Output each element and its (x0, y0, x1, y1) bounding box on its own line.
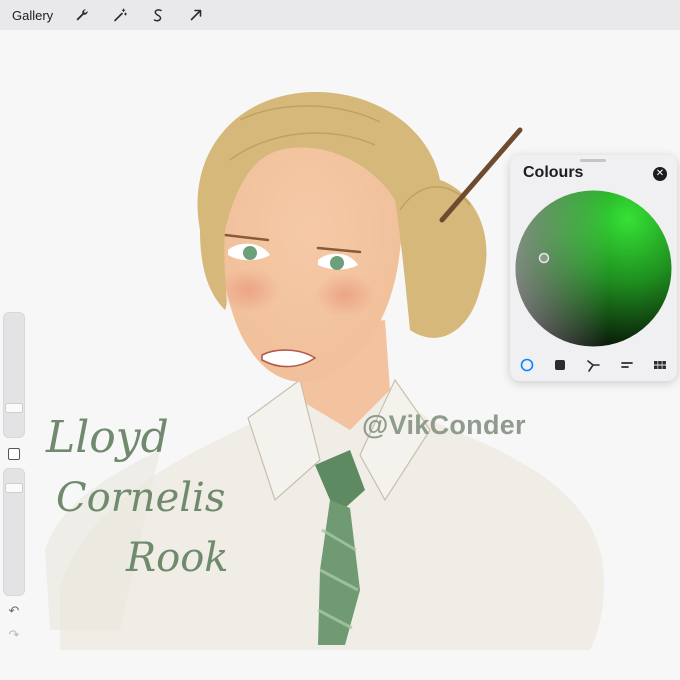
actions-button[interactable] (71, 4, 93, 26)
colour-mode-tabs (510, 355, 677, 375)
selection-button[interactable] (147, 4, 169, 26)
wrench-icon (76, 9, 88, 21)
close-icon[interactable]: ✕ (653, 167, 667, 181)
value-sliders-icon (620, 362, 633, 368)
palettes-tab[interactable] (652, 357, 668, 373)
selection-icon (153, 9, 162, 22)
transform-button[interactable] (185, 4, 207, 26)
value-tab[interactable] (619, 357, 635, 373)
panel-grabber[interactable] (580, 159, 606, 162)
classic-tab[interactable] (552, 357, 568, 373)
disc-tab[interactable] (519, 357, 535, 373)
handwritten-signature: Lloyd Cornelis Rook (42, 408, 229, 588)
colour-picker-handle (538, 252, 550, 264)
artist-watermark: @VikConder (362, 410, 526, 440)
brush-opacity-thumb[interactable] (5, 483, 23, 493)
gallery-button[interactable]: Gallery (12, 8, 53, 23)
colour-disc[interactable] (515, 190, 672, 347)
palette-grid-icon (654, 361, 667, 369)
undo-icon[interactable]: ↶ (7, 604, 21, 618)
redo-icon[interactable]: ↷ (7, 628, 21, 642)
magic-wand-icon (114, 8, 128, 22)
left-sidebar: ↶ ↷ (2, 312, 26, 646)
signature-line-3: Rook (126, 535, 229, 581)
disc-icon (520, 358, 533, 372)
adjustments-button[interactable] (109, 4, 131, 26)
colour-panel: Colours ✕ (510, 155, 677, 381)
harmony-icon (587, 360, 601, 372)
brush-size-thumb[interactable] (5, 403, 23, 413)
signature-line-1: Lloyd (46, 412, 169, 463)
modify-button[interactable] (8, 448, 20, 460)
brush-size-slider[interactable] (3, 312, 25, 438)
top-toolbar: Gallery (0, 0, 680, 30)
signature-line-2: Cornelis (56, 475, 226, 521)
panel-title: Colours (523, 164, 584, 181)
harmony-tab[interactable] (585, 357, 601, 373)
transform-arrow-icon (190, 9, 202, 21)
brush-opacity-slider[interactable] (3, 468, 25, 596)
square-icon (555, 360, 566, 370)
